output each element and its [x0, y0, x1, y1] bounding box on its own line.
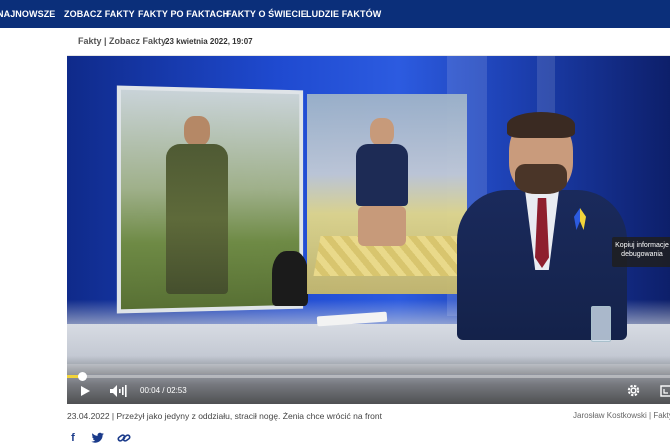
progress-bar[interactable] — [67, 372, 670, 381]
video-player[interactable]: Kopiuj informacje debugowania 00:04 / 02… — [67, 56, 670, 404]
video-header: Fakty | Zobacz Fakty 23 kwietnia 2022, 1… — [67, 28, 670, 56]
time-display: 00:04 / 02:53 — [140, 386, 187, 395]
fullscreen-icon[interactable] — [660, 384, 670, 398]
tooltip-line-1: Kopiuj informacje — [615, 242, 669, 249]
link-icon[interactable] — [117, 432, 131, 444]
patient-figure — [352, 118, 412, 268]
play-icon[interactable] — [79, 385, 91, 397]
water-glass — [591, 306, 611, 342]
nav-item-zobacz-fakty[interactable]: ZOBACZ FAKTY — [64, 9, 135, 19]
dog-figure — [272, 251, 308, 306]
facebook-icon[interactable]: f — [66, 432, 80, 444]
player-controls: 00:04 / 02:53 — [67, 356, 670, 404]
debug-info-tooltip[interactable]: Kopiuj informacje debugowania — [612, 237, 670, 267]
video-brand[interactable]: Fakty | Zobacz Fakty — [78, 36, 166, 46]
tooltip-line-2: debugowania — [621, 251, 663, 258]
nav-item-fakty-po-faktach[interactable]: FAKTY PO FAKTACH — [138, 9, 229, 19]
news-anchor — [457, 112, 637, 340]
video-date: 23 kwietnia 2022, 19:07 — [165, 37, 253, 46]
twitter-icon[interactable] — [91, 432, 105, 444]
nav-item-ludzie-faktow[interactable]: LUDZIE FAKTÓW — [306, 9, 381, 19]
video-caption: 23.04.2022 | Przeżył jako jedyny z oddzi… — [67, 411, 382, 421]
video-author: Jarosław Kostkowski | Fakty — [573, 411, 670, 420]
volume-icon[interactable] — [109, 384, 127, 398]
nav-item-fakty-o-swiecie[interactable]: FAKTY O ŚWIECIE — [226, 9, 307, 19]
nav-item-najnowsze[interactable]: NAJNOWSZE — [0, 9, 55, 19]
settings-icon[interactable] — [626, 383, 641, 398]
progress-handle[interactable] — [78, 372, 88, 381]
soldier-figure — [162, 116, 232, 296]
top-navigation: NAJNOWSZE ZOBACZ FAKTY FAKTY PO FAKTACH … — [0, 0, 670, 28]
